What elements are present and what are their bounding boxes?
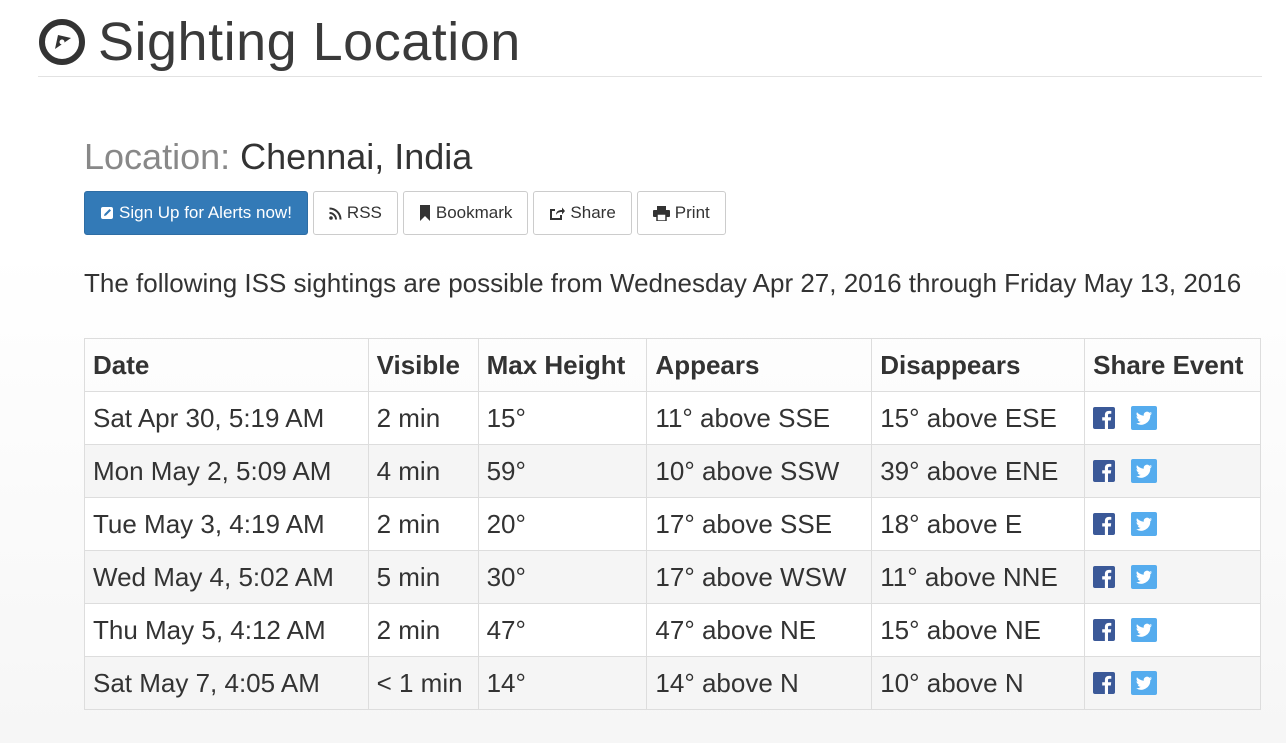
share-button[interactable]: Share bbox=[533, 191, 632, 235]
cell-share-event bbox=[1084, 550, 1261, 604]
cell-visible: 2 min bbox=[367, 497, 479, 551]
table-row: Tue May 3, 4:19 AM 2 min 20° 17° above SSE 1… bbox=[84, 497, 1261, 551]
cell-visible: 4 min bbox=[367, 444, 479, 498]
cell-appears: 14° above N bbox=[646, 656, 873, 710]
cell-date: Tue May 3, 4:19 AM bbox=[84, 497, 369, 551]
cell-max-height: 30° bbox=[477, 550, 648, 604]
twitter-share-icon[interactable] bbox=[1131, 406, 1158, 430]
cell-max-height: 14° bbox=[477, 656, 648, 710]
table-header-row: Date Visible Max Height Appears Disappea… bbox=[84, 338, 1261, 392]
location-value: Chennai, India bbox=[240, 136, 473, 177]
share-links bbox=[1093, 445, 1252, 497]
location-heading: Location: Chennai, India bbox=[84, 136, 472, 178]
cell-disappears: 18° above E bbox=[871, 497, 1086, 551]
bookmark-label: Bookmark bbox=[435, 203, 513, 222]
cell-visible: 2 min bbox=[367, 603, 479, 657]
cell-share-event bbox=[1084, 603, 1261, 657]
facebook-share-icon[interactable] bbox=[1093, 513, 1116, 535]
print-label: Print bbox=[674, 203, 710, 222]
bookmark-icon bbox=[419, 205, 431, 221]
cell-date: Sat Apr 30, 5:19 AM bbox=[84, 391, 369, 445]
facebook-share-icon[interactable] bbox=[1093, 460, 1116, 482]
facebook-share-icon[interactable] bbox=[1093, 407, 1116, 429]
edit-icon bbox=[100, 206, 114, 220]
cell-appears: 11° above SSE bbox=[646, 391, 873, 445]
share-links bbox=[1093, 551, 1252, 603]
cell-disappears: 15° above NE bbox=[871, 603, 1086, 657]
action-buttons: Sign Up for Alerts now! RSS Bookmark Sha… bbox=[84, 191, 726, 235]
cell-appears: 10° above SSW bbox=[646, 444, 873, 498]
cell-visible: 2 min bbox=[367, 391, 479, 445]
cell-max-height: 15° bbox=[477, 391, 648, 445]
cell-visible: 5 min bbox=[367, 550, 479, 604]
cell-max-height: 59° bbox=[477, 444, 648, 498]
cell-max-height: 20° bbox=[477, 497, 648, 551]
twitter-share-icon[interactable] bbox=[1131, 512, 1158, 536]
bookmark-button[interactable]: Bookmark bbox=[402, 191, 529, 235]
cell-appears: 47° above NE bbox=[646, 603, 873, 657]
print-icon bbox=[652, 205, 670, 221]
cell-share-event bbox=[1084, 656, 1261, 710]
signup-label: Sign Up for Alerts now! bbox=[119, 203, 292, 222]
sightings-intro: The following ISS sightings are possible… bbox=[84, 268, 1242, 298]
facebook-share-icon[interactable] bbox=[1093, 619, 1116, 641]
header-appears: Appears bbox=[646, 338, 873, 392]
rss-label: RSS bbox=[346, 203, 382, 222]
page-header: Sighting Location bbox=[38, 8, 1262, 77]
share-label: Share bbox=[570, 203, 616, 222]
print-button[interactable]: Print bbox=[636, 191, 726, 235]
cell-date: Thu May 5, 4:12 AM bbox=[84, 603, 369, 657]
cell-disappears: 15° above ESE bbox=[871, 391, 1086, 445]
signup-alerts-button[interactable]: Sign Up for Alerts now! bbox=[84, 191, 308, 235]
facebook-share-icon[interactable] bbox=[1093, 566, 1116, 588]
header-visible: Visible bbox=[367, 338, 479, 392]
share-icon bbox=[549, 206, 566, 221]
cell-appears: 17° above SSE bbox=[646, 497, 873, 551]
cell-share-event bbox=[1084, 391, 1261, 445]
rss-button[interactable]: RSS bbox=[312, 191, 398, 235]
header-date: Date bbox=[84, 338, 369, 392]
sightings-table: Date Visible Max Height Appears Disappea… bbox=[84, 338, 1261, 710]
twitter-share-icon[interactable] bbox=[1131, 671, 1158, 695]
table-row: Mon May 2, 5:09 AM 4 min 59° 10° above SSW 3… bbox=[84, 444, 1261, 498]
cell-date: Mon May 2, 5:09 AM bbox=[84, 444, 369, 498]
table-row: Sat Apr 30, 5:19 AM 2 min 15° 11° above SSE… bbox=[84, 391, 1261, 445]
twitter-share-icon[interactable] bbox=[1131, 565, 1158, 589]
facebook-share-icon[interactable] bbox=[1093, 672, 1116, 694]
header-max-height: Max Height bbox=[477, 338, 648, 392]
share-links bbox=[1093, 604, 1252, 656]
compass-icon bbox=[38, 18, 86, 66]
cell-disappears: 39° above ENE bbox=[871, 444, 1086, 498]
cell-max-height: 47° bbox=[477, 603, 648, 657]
table-row: Sat May 7, 4:05 AM < 1 min 14° 14° above N1… bbox=[84, 656, 1261, 710]
table-row: Wed May 4, 5:02 AM 5 min 30° 17° above WSW 1… bbox=[84, 550, 1261, 604]
cell-date: Sat May 7, 4:05 AM bbox=[84, 656, 369, 710]
rss-icon bbox=[329, 207, 342, 220]
page-title: Sighting Location bbox=[98, 12, 521, 72]
header-share-event: Share Event bbox=[1084, 338, 1261, 392]
share-links bbox=[1093, 392, 1252, 444]
header-disappears: Disappears bbox=[871, 338, 1086, 392]
share-links bbox=[1093, 498, 1252, 550]
twitter-share-icon[interactable] bbox=[1131, 618, 1158, 642]
cell-disappears: 10° above N bbox=[871, 656, 1086, 710]
cell-date: Wed May 4, 5:02 AM bbox=[84, 550, 369, 604]
twitter-share-icon[interactable] bbox=[1131, 459, 1158, 483]
cell-visible: < 1 min bbox=[367, 656, 479, 710]
cell-appears: 17° above WSW bbox=[646, 550, 873, 604]
cell-share-event bbox=[1084, 497, 1261, 551]
cell-disappears: 11° above NNE bbox=[871, 550, 1086, 604]
table-row: Thu May 5, 4:12 AM 2 min 47° 47° above NE 15… bbox=[84, 603, 1261, 657]
cell-share-event bbox=[1084, 444, 1261, 498]
location-label: Location: bbox=[84, 136, 231, 177]
share-links bbox=[1093, 657, 1252, 709]
